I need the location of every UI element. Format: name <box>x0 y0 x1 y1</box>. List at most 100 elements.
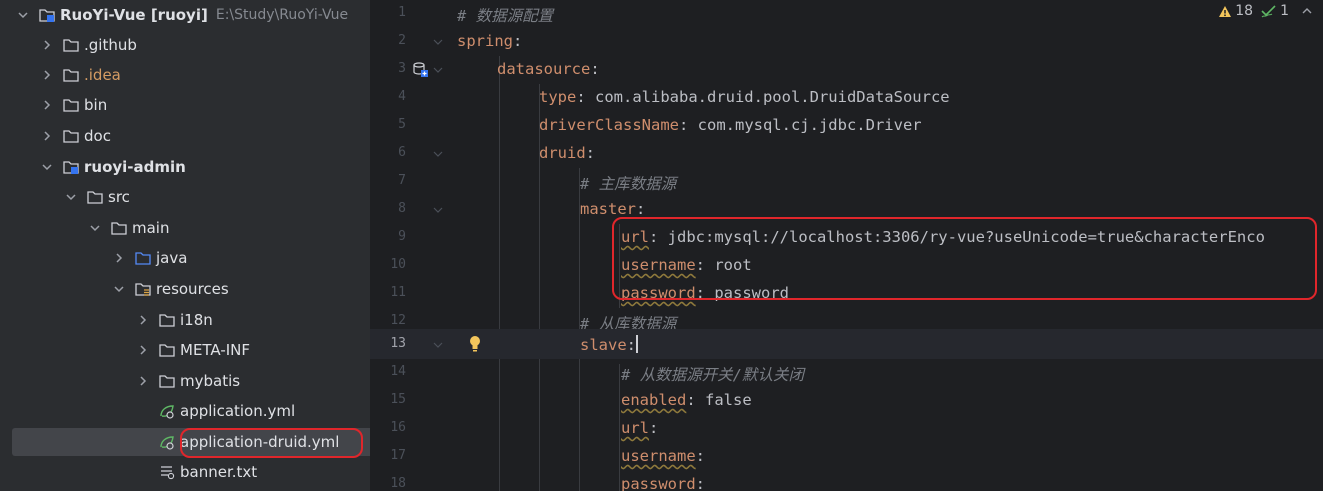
inspection-widget[interactable]: 18 1 <box>1218 0 1313 22</box>
tree-item-github[interactable]: .github <box>0 30 370 60</box>
folder-icon <box>158 311 176 329</box>
chevron-right-icon[interactable] <box>40 38 54 52</box>
tree-item-label: META-INF <box>180 341 251 359</box>
fold-arrow-icon[interactable] <box>432 339 444 351</box>
line-number: 10 <box>390 257 406 272</box>
code-line-4[interactable]: 4 type: com.alibaba.druid.pool.DruidData… <box>370 84 1323 112</box>
project-path: E:\Study\RuoYi-Vue <box>215 7 349 23</box>
warning-icon <box>1219 5 1232 17</box>
tree-item-ruoyi-admin[interactable]: ruoyi-admin <box>0 152 370 182</box>
fold-arrow-icon[interactable] <box>432 36 444 48</box>
tree-item-ruoyi-vue[interactable]: RuoYi-Vue [ruoyi] E:\Study\RuoYi-Vue <box>0 0 370 30</box>
tree-item-main[interactable]: main <box>0 213 370 243</box>
yaml-value: false <box>705 391 752 409</box>
database-gutter-icon[interactable] <box>412 61 428 77</box>
yaml-key: url <box>621 419 649 437</box>
credentials-highlight-box <box>612 217 1317 300</box>
line-number: 14 <box>390 364 406 379</box>
yaml-separator: : <box>649 419 659 437</box>
tree-item-java[interactable]: java <box>0 243 370 273</box>
tree-item-application-yml[interactable]: application.yml <box>0 396 370 426</box>
line-number: 18 <box>390 476 406 491</box>
yaml-separator: : <box>590 60 600 78</box>
code-line-17[interactable]: 17 username: <box>370 443 1323 471</box>
fold-arrow-icon[interactable] <box>432 64 444 76</box>
code-line-5[interactable]: 5 driverClassName: com.mysql.cj.jdbc.Dri… <box>370 112 1323 140</box>
source-folder-icon <box>134 249 152 267</box>
chevron-right-icon[interactable] <box>40 98 54 112</box>
line-number: 6 <box>398 145 406 160</box>
tree-item-label: i18n <box>180 311 213 329</box>
yaml-key: driverClassName <box>539 116 679 134</box>
yaml-separator: : <box>695 475 705 491</box>
chevron-right-icon[interactable] <box>40 129 54 143</box>
tree-item-resources[interactable]: resources <box>0 274 370 304</box>
code-line-13[interactable]: 13 slave: <box>370 329 1323 359</box>
chevron-down-icon[interactable] <box>88 221 102 235</box>
yaml-comment: # 数据源配置 <box>457 7 554 25</box>
yaml-separator: : <box>695 447 705 465</box>
tree-item-mybatis[interactable]: mybatis <box>0 366 370 396</box>
code-line-2[interactable]: 2 spring: <box>370 28 1323 56</box>
tree-item-idea[interactable]: .idea <box>0 60 370 90</box>
line-number: 16 <box>390 420 406 435</box>
folder-icon <box>110 219 128 237</box>
typos-indicator[interactable]: 1 <box>1261 3 1289 19</box>
yaml-value: com.alibaba.druid.pool.DruidDataSource <box>595 88 950 106</box>
line-number: 12 <box>390 313 406 328</box>
tree-item-meta-inf[interactable]: META-INF <box>0 335 370 365</box>
module-folder-icon <box>62 158 80 176</box>
warnings-indicator[interactable]: 18 <box>1218 3 1253 19</box>
folder-icon <box>62 36 80 54</box>
line-number: 13 <box>390 336 406 351</box>
chevron-down-icon[interactable] <box>16 8 30 22</box>
yaml-separator: : <box>636 200 646 218</box>
folder-icon <box>158 372 176 390</box>
chevron-right-icon[interactable] <box>136 313 150 327</box>
code-line-16[interactable]: 16 url: <box>370 415 1323 443</box>
code-line-15[interactable]: 15 enabled: false <box>370 387 1323 415</box>
text-file-icon <box>158 463 176 481</box>
code-line-7[interactable]: 7 # 主库数据源 <box>370 168 1323 196</box>
yaml-separator: : <box>576 88 595 106</box>
yaml-key: spring <box>457 32 513 50</box>
chevron-right-icon[interactable] <box>136 343 150 357</box>
code-line-1[interactable]: 1 # 数据源配置 <box>370 0 1323 28</box>
line-number: 7 <box>398 173 406 188</box>
code-line-6[interactable]: 6 druid: <box>370 140 1323 168</box>
chevron-up-icon[interactable] <box>1301 5 1313 17</box>
line-number: 3 <box>398 61 406 76</box>
tree-item-doc[interactable]: doc <box>0 121 370 151</box>
tree-item-src[interactable]: src <box>0 182 370 212</box>
yaml-separator: : <box>585 144 596 162</box>
code-line-18[interactable]: 18 password: <box>370 471 1323 491</box>
fold-arrow-icon[interactable] <box>432 204 444 216</box>
tree-item-bin[interactable]: bin <box>0 90 370 120</box>
tree-item-i18n[interactable]: i18n <box>0 305 370 335</box>
yaml-key: password <box>621 475 696 491</box>
text-caret <box>636 335 639 353</box>
chevron-right-icon[interactable] <box>40 68 54 82</box>
yaml-key: master <box>580 200 636 218</box>
folder-icon <box>62 127 80 145</box>
yaml-separator: : <box>513 32 523 50</box>
code-line-14[interactable]: 14 # 从数据源开关/默认关闭 <box>370 359 1323 387</box>
chevron-right-icon[interactable] <box>136 374 150 388</box>
tree-item-label: .idea <box>84 66 121 84</box>
code-line-3[interactable]: 3 datasource: <box>370 56 1323 84</box>
line-number: 15 <box>390 392 406 407</box>
line-number: 8 <box>398 201 406 216</box>
line-number: 5 <box>398 117 406 132</box>
spring-yaml-icon <box>158 402 176 420</box>
yaml-separator: : <box>686 391 705 409</box>
tree-item-label: banner.txt <box>180 463 258 481</box>
fold-arrow-icon[interactable] <box>432 148 444 160</box>
tree-item-label: main <box>132 219 170 237</box>
chevron-down-icon[interactable] <box>112 282 126 296</box>
chevron-down-icon[interactable] <box>40 160 54 174</box>
tree-item-banner-txt[interactable]: banner.txt <box>0 457 370 487</box>
chevron-right-icon[interactable] <box>112 251 126 265</box>
typo-check-icon <box>1261 5 1276 18</box>
yaml-key: enabled <box>621 391 687 409</box>
chevron-down-icon[interactable] <box>64 190 78 204</box>
